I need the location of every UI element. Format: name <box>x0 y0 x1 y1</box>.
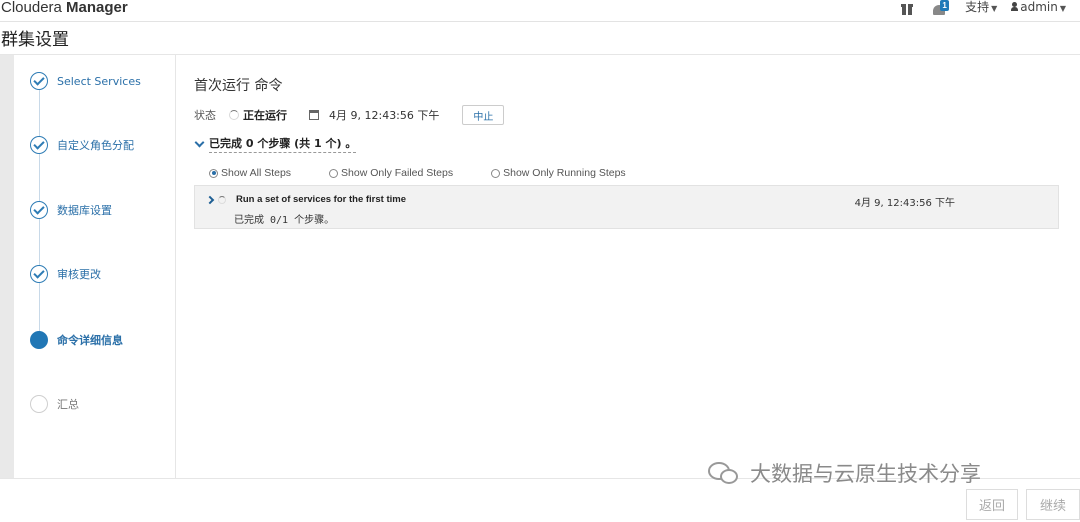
command-details-panel: 首次运行 命令 状态 正在运行 4月 9, 12:43:56 下午 中止 已完成… <box>177 55 1080 478</box>
status-row: 状态 正在运行 4月 9, 12:43:56 下午 中止 <box>194 105 505 125</box>
check-circle-icon <box>30 201 48 219</box>
wizard-step-role-assignment[interactable]: 自定义角色分配 <box>30 135 134 155</box>
wizard-step-label: 审核更改 <box>57 268 101 281</box>
top-navbar: Cloudera Manager 1 支持 ▼ admin ▼ <box>0 0 1080 22</box>
wizard-step-command-details[interactable]: 命令详细信息 <box>30 330 123 350</box>
wizard-step-label: 汇总 <box>57 398 79 411</box>
chevron-right-icon <box>205 195 215 204</box>
support-label: 支持 <box>965 0 990 14</box>
continue-button[interactable]: 继续 <box>1026 489 1080 520</box>
radio-icon <box>491 168 501 178</box>
subcommand-row: Run a set of services for the first time… <box>194 185 1059 229</box>
wizard-steps: Select Services 自定义角色分配 数据库设置 审核更改 命令详细信… <box>14 55 176 478</box>
bell-icon[interactable]: 1 <box>931 0 950 17</box>
watermark-text: 大数据与云原生技术分享 <box>750 462 981 486</box>
brand-name-part2: Manager <box>66 0 128 16</box>
support-menu[interactable]: 支持 ▼ <box>965 0 997 16</box>
page-title: 群集设置 <box>1 30 69 50</box>
wizard-step-select-services[interactable]: Select Services <box>30 71 141 91</box>
calendar-icon <box>309 110 319 120</box>
wizard-step-label: 命令详细信息 <box>57 334 123 347</box>
user-icon <box>1011 2 1019 11</box>
subcommand-name: Run a set of services for the first time <box>236 194 406 205</box>
filter-label: Show Only Running Steps <box>503 167 626 179</box>
wizard-step-label: 数据库设置 <box>57 204 112 217</box>
status-value: 正在运行 <box>243 109 287 122</box>
filter-failed-steps[interactable]: Show Only Failed Steps <box>329 167 453 179</box>
subcommand-progress: 已完成 0/1 个步骤。 <box>234 215 335 226</box>
navbar-right: 1 支持 ▼ admin ▼ <box>899 0 1080 22</box>
spinner-icon <box>218 195 226 204</box>
step-filters: Show All Steps Show Only Failed Steps Sh… <box>209 166 664 180</box>
check-circle-icon <box>30 265 48 283</box>
check-circle-icon <box>30 136 48 154</box>
subcommand-toggle[interactable]: Run a set of services for the first time <box>205 194 406 205</box>
empty-circle-icon <box>30 395 48 413</box>
filter-label: Show Only Failed Steps <box>341 167 454 179</box>
active-step-icon <box>30 331 48 349</box>
command-timestamp: 4月 9, 12:43:56 下午 <box>329 109 440 122</box>
radio-icon <box>329 168 339 178</box>
steps-summary-toggle[interactable]: 已完成 0 个步骤 (共 1 个) 。 <box>194 135 357 153</box>
user-label: admin <box>1020 0 1058 14</box>
wizard-step-label: 自定义角色分配 <box>57 139 134 152</box>
watermark: 大数据与云原生技术分享 <box>706 458 981 488</box>
steps-summary: 已完成 0 个步骤 (共 1 个) 。 <box>209 135 357 153</box>
left-gutter <box>0 55 14 478</box>
spinner-icon <box>229 110 239 120</box>
wechat-icon <box>706 460 742 486</box>
subcommand-time: 4月 9, 12:43:56 下午 <box>854 198 955 209</box>
radio-selected-icon <box>209 168 218 178</box>
wizard-step-label: Select Services <box>57 74 141 88</box>
user-menu[interactable]: admin ▼ <box>1011 0 1066 16</box>
caret-down-icon: ▼ <box>1059 4 1066 13</box>
filter-running-steps[interactable]: Show Only Running Steps <box>491 167 626 179</box>
filter-all-steps[interactable]: Show All Steps <box>209 167 291 179</box>
wizard-step-database-setup[interactable]: 数据库设置 <box>30 200 112 220</box>
command-heading: 首次运行 命令 <box>194 78 283 94</box>
brand-logo[interactable]: Cloudera Manager <box>1 0 128 22</box>
filter-label: Show All Steps <box>221 167 292 179</box>
brand-name-part1: Cloudera <box>1 0 62 16</box>
back-button[interactable]: 返回 <box>966 489 1018 520</box>
chevron-down-icon <box>194 137 205 148</box>
notification-badge: 1 <box>940 0 950 11</box>
wizard-step-review-changes[interactable]: 审核更改 <box>30 264 101 284</box>
caret-down-icon: ▼ <box>991 4 998 13</box>
abort-button[interactable]: 中止 <box>462 105 505 125</box>
check-circle-icon <box>30 72 48 90</box>
status-label: 状态 <box>194 109 216 122</box>
gift-icon[interactable] <box>899 1 915 17</box>
wizard-step-summary: 汇总 <box>30 394 79 414</box>
